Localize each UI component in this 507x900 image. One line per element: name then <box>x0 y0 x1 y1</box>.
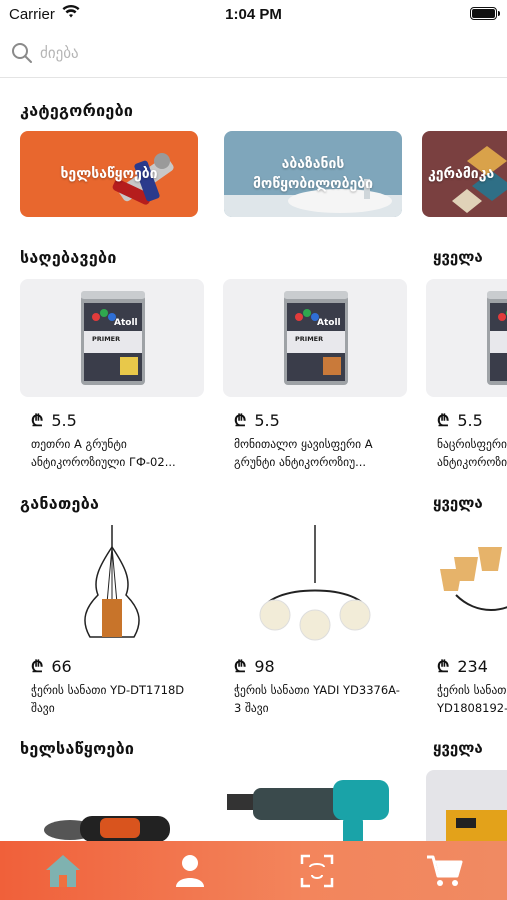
product-card[interactable]: Atoll PRIMER ₾ 5.5 მონითალო ყავისფერი A … <box>223 279 407 469</box>
lari-icon: ₾ <box>234 411 247 430</box>
search-bar[interactable] <box>0 28 507 78</box>
angle-grinder-image <box>44 816 170 841</box>
product-image <box>20 770 204 841</box>
tab-home[interactable] <box>38 846 88 896</box>
profile-icon <box>176 854 205 887</box>
scan-icon <box>300 854 334 887</box>
tools-see-all-link[interactable]: ყველა <box>433 739 483 757</box>
tools-title: ხელსაწყოები <box>20 739 135 758</box>
lighting-see-all-link[interactable]: ყველა <box>433 494 483 512</box>
product-price-row: ₾ 234 <box>426 655 507 677</box>
paints-title: საღებავები <box>20 248 117 267</box>
product-image <box>426 770 507 841</box>
category-card-tools[interactable]: ხელსაწყოები <box>20 131 198 217</box>
product-image <box>426 279 507 397</box>
product-price: 234 <box>457 656 488 676</box>
product-price-row: ₾ 98 <box>223 655 407 677</box>
product-price-row: ₾ 5.5 <box>223 409 407 431</box>
product-image: Atoll PRIMER <box>20 279 204 397</box>
cart-icon <box>426 855 463 886</box>
pendant-lamp-image <box>84 525 140 638</box>
lari-icon: ₾ <box>437 657 450 676</box>
lighting-title: განათება <box>20 494 100 513</box>
product-image <box>20 525 204 643</box>
lari-icon: ₾ <box>437 411 450 430</box>
product-name: ნაცრისფერი A გრუნტი ანტიკოროზიული <box>437 437 507 469</box>
status-bar: Carrier 1:04 PM <box>0 0 507 28</box>
product-card[interactable] <box>20 770 204 841</box>
product-card[interactable]: ₾ 5.5 ნაცრისფერი A გრუნტი ანტიკოროზიული <box>426 279 507 469</box>
category-card-bathroom[interactable]: აბაზანის მოწყობილობები <box>224 131 402 217</box>
category-card-ceramics[interactable]: კერამიკა <box>422 131 507 217</box>
paint-can-image: Atoll PRIMER <box>284 291 348 385</box>
product-name: ჭერის სანათი YADI YD1808192-5 <box>437 683 507 715</box>
product-image <box>426 525 507 643</box>
product-card[interactable]: ₾ 234 ჭერის სანათი YADI YD1808192-5 <box>426 525 507 715</box>
product-price-row: ₾ 66 <box>20 655 204 677</box>
product-name: ჭერის სანათი YADI YD3376A-3 შავი <box>234 683 400 715</box>
product-price: 5.5 <box>254 410 280 430</box>
category-label: აბაზანის მოწყობილობები <box>252 156 374 192</box>
home-icon <box>46 854 81 887</box>
product-price: 5.5 <box>457 410 483 430</box>
product-name: თეთრი A გრუნტი ანტიკოროზიული ГФ-02... <box>31 437 176 469</box>
chandelier-image <box>440 547 507 611</box>
lari-icon: ₾ <box>31 411 44 430</box>
lighting-row[interactable]: ₾ 66 ჭერის სანათი YD-DT1718D შავი ₾ 98 ჭ… <box>0 525 507 715</box>
paint-can-image: Atoll PRIMER <box>81 291 145 385</box>
tool-kit-image <box>446 810 507 841</box>
product-price: 5.5 <box>51 410 77 430</box>
bottom-tab-bar <box>0 841 507 900</box>
product-image: Atoll PRIMER <box>223 279 407 397</box>
lari-icon: ₾ <box>31 657 44 676</box>
product-card[interactable]: Atoll PRIMER ₾ 5.5 თეთრი A გრუნტი ანტიკო… <box>20 279 204 469</box>
category-label: ხელსაწყოები <box>60 166 158 182</box>
paint-can-image <box>487 291 507 385</box>
product-card[interactable]: ₾ 98 ჭერის სანათი YADI YD3376A-3 შავი <box>223 525 407 715</box>
product-card[interactable]: ₾ 66 ჭერის სანათი YD-DT1718D შავი <box>20 525 204 715</box>
battery-icon <box>470 7 500 20</box>
lari-icon: ₾ <box>234 657 247 676</box>
paints-row[interactable]: Atoll PRIMER ₾ 5.5 თეთრი A გრუნტი ანტიკო… <box>0 279 507 469</box>
can-label: PRIMER <box>295 335 323 343</box>
rotary-hammer-image <box>227 780 389 841</box>
clock: 1:04 PM <box>225 6 282 23</box>
product-name: ჭერის სანათი YD-DT1718D შავი <box>31 683 185 715</box>
tools-row[interactable] <box>0 770 507 841</box>
categories-row[interactable]: ხელსაწყოები აბაზანის მოწყობილობები კერამ… <box>0 131 507 217</box>
can-label: PRIMER <box>92 335 120 343</box>
search-icon <box>12 43 32 63</box>
tab-scan[interactable] <box>292 846 342 896</box>
product-price-row: ₾ 5.5 <box>426 409 507 431</box>
category-label: კერამიკა <box>428 166 495 182</box>
chandelier-image <box>259 525 371 641</box>
categories-title: კატეგორიები <box>20 101 134 120</box>
can-brand: Atoll <box>114 318 138 328</box>
product-card[interactable] <box>426 770 507 841</box>
can-brand: Atoll <box>317 318 341 328</box>
product-image <box>223 525 407 643</box>
search-input[interactable] <box>40 39 480 67</box>
product-price-row: ₾ 5.5 <box>20 409 204 431</box>
product-image <box>223 770 407 841</box>
tab-profile[interactable] <box>165 846 215 896</box>
product-price: 98 <box>254 656 275 676</box>
paints-see-all-link[interactable]: ყველა <box>433 248 483 266</box>
product-name: მონითალო ყავისფერი A გრუნტი ანტიკოროზიუ.… <box>234 437 373 469</box>
product-price: 66 <box>51 656 72 676</box>
tab-cart[interactable] <box>419 846 469 896</box>
product-card[interactable] <box>223 770 407 841</box>
